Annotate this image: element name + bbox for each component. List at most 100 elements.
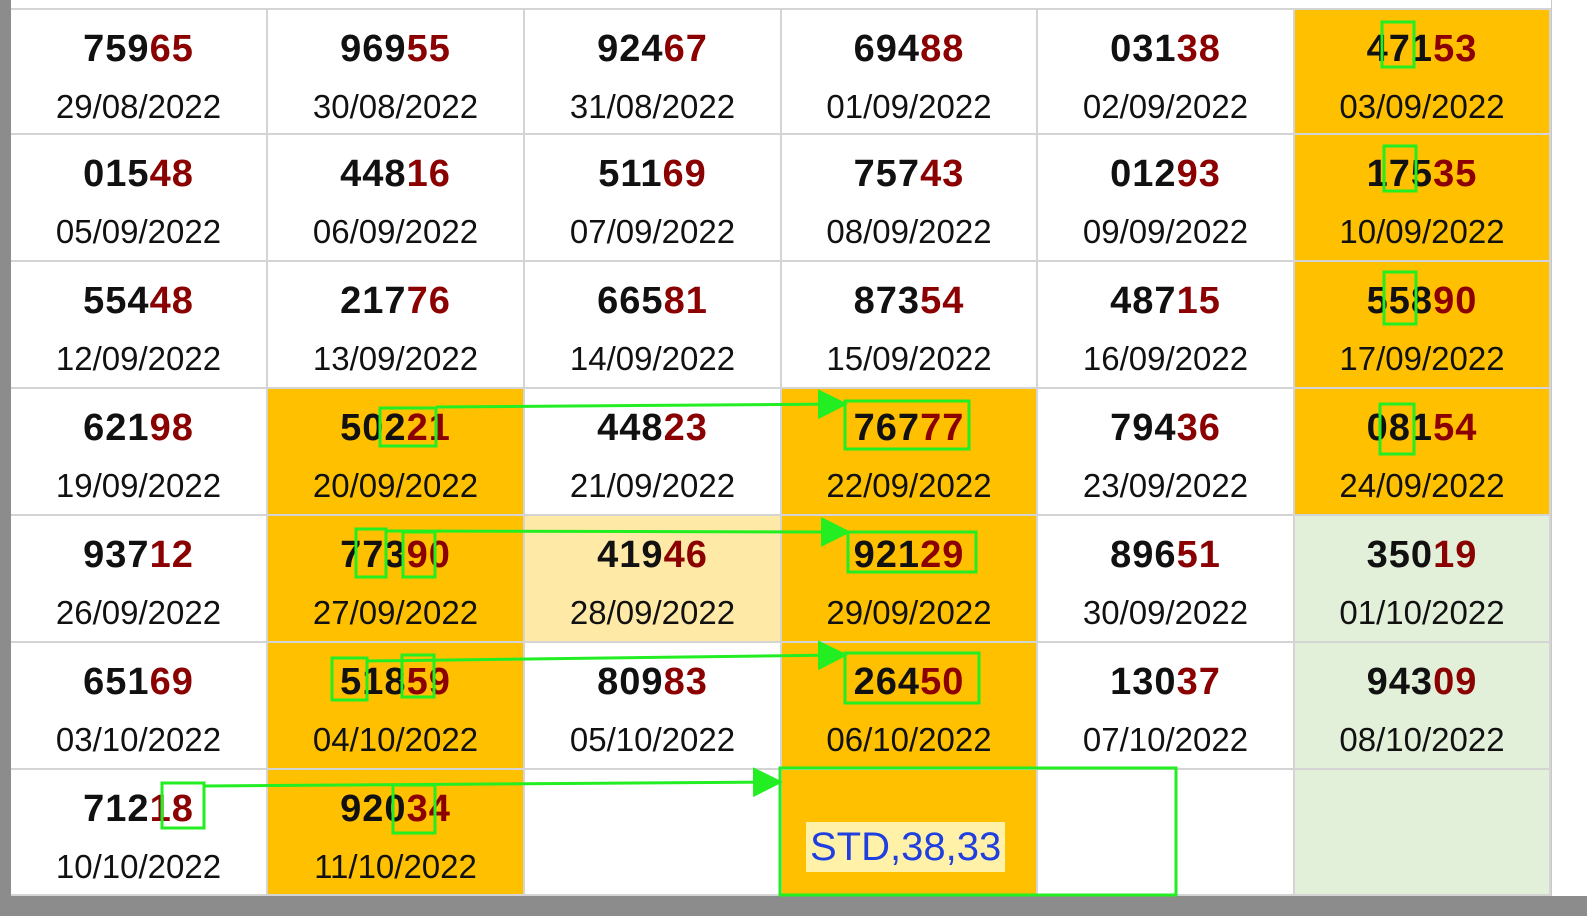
number-tail: 36 <box>1176 407 1221 449</box>
number-tail: 81 <box>663 280 708 322</box>
number-head: 767 <box>853 407 921 449</box>
number-tail: 98 <box>149 407 194 449</box>
number-tail: 37 <box>1176 661 1221 703</box>
result-cell[interactable]: 69488 01/09/2022 <box>782 8 1038 135</box>
result-date: 10/09/2022 <box>1339 213 1505 250</box>
result-cell[interactable]: 92467 31/08/2022 <box>525 8 782 135</box>
result-cell[interactable]: 41946 28/09/2022 <box>525 516 782 643</box>
result-number: 65169 <box>11 661 266 704</box>
result-cell[interactable]: 76777 22/09/2022 <box>782 389 1038 516</box>
result-cell[interactable]: 55448 12/09/2022 <box>11 262 268 389</box>
number-tail: 34 <box>406 788 451 830</box>
result-cell[interactable]: 51169 07/09/2022 <box>525 135 782 262</box>
result-date: 08/10/2022 <box>1339 721 1505 758</box>
number-tail: 88 <box>920 28 965 70</box>
result-date: 31/08/2022 <box>569 88 736 125</box>
number-head: 665 <box>597 280 664 322</box>
number-tail: 51 <box>1176 534 1221 576</box>
number-tail: 65 <box>149 28 194 70</box>
result-date: 17/09/2022 <box>1339 340 1505 377</box>
result-cell[interactable]: 89651 30/09/2022 <box>1038 516 1295 643</box>
number-head: 920 <box>340 788 407 830</box>
result-date: 13/09/2022 <box>312 340 479 377</box>
number-head: 921 <box>853 534 921 576</box>
number-tail: 18 <box>149 788 194 830</box>
result-cell[interactable]: 93712 26/09/2022 <box>11 516 268 643</box>
result-cell[interactable] <box>1038 770 1295 896</box>
result-date: 29/08/2022 <box>55 88 222 125</box>
result-cell[interactable]: 26450 06/10/2022 <box>782 643 1038 770</box>
result-cell[interactable]: 92034 11/10/2022 <box>268 770 525 896</box>
result-cell[interactable]: 94309 08/10/2022 <box>1295 643 1551 770</box>
result-cell[interactable]: 77390 27/09/2022 <box>268 516 525 643</box>
number-tail: 55 <box>406 28 451 70</box>
sheet-right-margin <box>1551 0 1587 896</box>
result-number: 44823 <box>525 407 780 450</box>
result-cell[interactable] <box>1295 770 1551 896</box>
result-cell[interactable]: 55890 17/09/2022 <box>1295 262 1551 389</box>
number-head: 031 <box>1110 28 1177 70</box>
result-date: 02/09/2022 <box>1082 88 1249 125</box>
result-cell[interactable]: 92129 29/09/2022 <box>782 516 1038 643</box>
result-cell[interactable]: 01293 09/09/2022 <box>1038 135 1295 262</box>
result-cell[interactable]: 80983 05/10/2022 <box>525 643 782 770</box>
result-number: 13037 <box>1038 661 1293 704</box>
result-number: 51859 <box>268 661 523 704</box>
result-cell[interactable]: 75743 08/09/2022 <box>782 135 1038 262</box>
number-tail: 15 <box>1176 280 1221 322</box>
result-cell[interactable] <box>525 770 782 896</box>
number-tail: 83 <box>663 661 708 703</box>
results-grid: 75965 29/08/2022 96955 30/08/2022 92467 31/08… <box>0 0 1587 916</box>
result-cell[interactable]: 65169 03/10/2022 <box>11 643 268 770</box>
result-number: 17535 <box>1295 153 1549 196</box>
result-cell[interactable]: 47153 03/09/2022 <box>1295 8 1551 135</box>
number-head: 264 <box>853 661 921 703</box>
number-tail: 35 <box>1433 153 1478 195</box>
number-head: 502 <box>340 407 407 449</box>
result-number: 48715 <box>1038 280 1293 323</box>
result-cell[interactable]: 21776 13/09/2022 <box>268 262 525 389</box>
result-number: 35019 <box>1295 534 1549 577</box>
result-cell[interactable]: 71218 10/10/2022 <box>11 770 268 896</box>
result-date: 11/10/2022 <box>314 848 477 885</box>
number-head: 419 <box>597 534 664 576</box>
number-tail: 48 <box>149 153 194 195</box>
result-cell[interactable]: 66581 14/09/2022 <box>525 262 782 389</box>
result-cell[interactable]: 87354 15/09/2022 <box>782 262 1038 389</box>
result-number: 96955 <box>268 28 523 71</box>
result-cell[interactable]: 51859 04/10/2022 <box>268 643 525 770</box>
result-cell[interactable]: 62198 19/09/2022 <box>11 389 268 516</box>
result-cell[interactable]: 01548 05/09/2022 <box>11 135 268 262</box>
result-cell[interactable]: 96955 30/08/2022 <box>268 8 525 135</box>
result-date: 24/09/2022 <box>1339 467 1505 504</box>
result-cell[interactable]: 17535 10/09/2022 <box>1295 135 1551 262</box>
result-number: 08154 <box>1295 407 1549 450</box>
result-number: 75743 <box>782 153 1036 196</box>
number-tail: 50 <box>920 661 965 703</box>
result-cell[interactable]: 44816 06/09/2022 <box>268 135 525 262</box>
number-head: 924 <box>597 28 664 70</box>
result-cell[interactable]: 03138 02/09/2022 <box>1038 8 1295 135</box>
number-head: 896 <box>1110 534 1177 576</box>
result-number: 92467 <box>525 28 780 71</box>
number-tail: 21 <box>406 407 451 449</box>
result-number: 55890 <box>1295 280 1549 323</box>
result-cell[interactable]: 50221 20/09/2022 <box>268 389 525 516</box>
number-head: 773 <box>340 534 407 576</box>
result-number: 66581 <box>525 280 780 323</box>
number-head: 943 <box>1366 661 1434 703</box>
result-number: 41946 <box>525 534 780 577</box>
number-head: 759 <box>83 28 150 70</box>
number-tail: 93 <box>1176 153 1221 195</box>
result-cell[interactable]: 79436 23/09/2022 <box>1038 389 1295 516</box>
result-date: 23/09/2022 <box>1082 467 1249 504</box>
result-cell[interactable]: 44823 21/09/2022 <box>525 389 782 516</box>
result-cell[interactable]: 48715 16/09/2022 <box>1038 262 1295 389</box>
number-head: 518 <box>340 661 407 703</box>
result-cell[interactable]: 13037 07/10/2022 <box>1038 643 1295 770</box>
result-cell[interactable]: 35019 01/10/2022 <box>1295 516 1551 643</box>
result-date: 16/09/2022 <box>1082 340 1249 377</box>
result-cell[interactable]: 75965 29/08/2022 <box>11 8 268 135</box>
result-cell[interactable]: 08154 24/09/2022 <box>1295 389 1551 516</box>
result-number: 77390 <box>268 534 523 577</box>
